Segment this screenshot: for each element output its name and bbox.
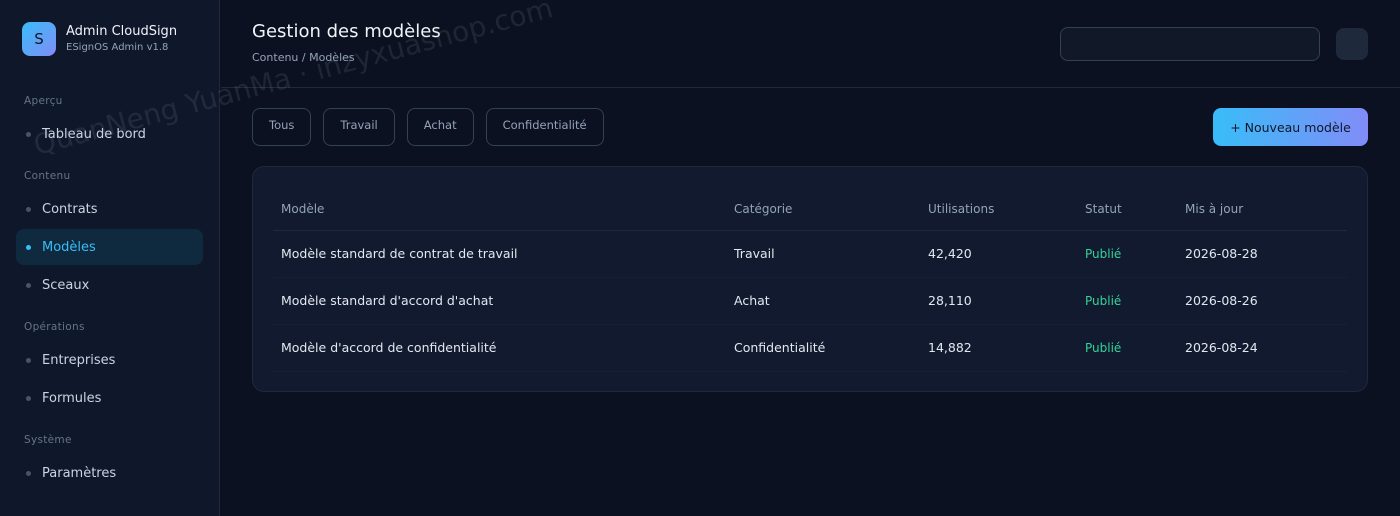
cell-template-name: Modèle d'accord de confidentialité [273,324,726,372]
cell-template-name: Modèle standard d'accord d'achat [273,277,726,325]
bullet-icon [26,470,31,476]
table-row[interactable]: Modèle standard d'accord d'achat Achat 2… [273,277,1347,325]
new-template-button[interactable]: + Nouveau modèle [1213,108,1368,146]
nav-section-contenu: Contenu [24,170,71,182]
search-input[interactable] [1061,28,1319,60]
brand-title: Admin CloudSign [66,24,178,39]
sidebar-item-label: Modèles [42,239,96,255]
filter-confidentialite[interactable]: Confidentialité [485,108,604,146]
user-menu-button[interactable] [1336,28,1368,60]
bullet-icon [26,395,31,401]
status-badge: Publié [1077,230,1177,278]
filter-tous[interactable]: Tous [252,108,312,146]
column-header-mis-a-jour[interactable]: Mis à jour [1177,189,1347,231]
brand-text: Admin CloudSign ESignOS Admin v1.8 [66,23,177,55]
cell-updated-date: 2026-08-24 [1177,324,1347,372]
breadcrumb: Contenu / Modèles [252,51,355,64]
bullet-icon [26,357,31,363]
sidebar-item-label: Contrats [42,201,98,217]
cell-updated-date: 2026-08-26 [1177,277,1347,325]
sidebar-item-label: Formules [42,390,102,406]
bullet-icon [26,206,31,212]
sidebar-item-parametres[interactable]: Paramètres [16,455,203,491]
sidebar-item-label: Tableau de bord [42,126,146,142]
brand-subtitle: ESignOS Admin v1.8 [66,42,169,53]
cell-category: Travail [726,230,920,278]
topbar: Gestion des modèles Contenu / Modèles [221,0,1400,88]
table-row[interactable]: Modèle standard de contrat de travail Tr… [273,230,1347,278]
filter-travail[interactable]: Travail [323,108,395,146]
column-header-modele[interactable]: Modèle [273,189,726,231]
table-row[interactable]: Modèle d'accord de confidentialité Confi… [273,324,1347,372]
sidebar: S Admin CloudSign ESignOS Admin v1.8 Ape… [0,0,220,516]
cell-template-name: Modèle standard de contrat de travail [273,230,726,278]
sidebar-item-entreprises[interactable]: Entreprises [16,342,203,378]
page-title: Gestion des modèles [252,21,441,42]
sidebar-item-modeles[interactable]: Modèles [16,229,203,265]
category-filters: Tous Travail Achat Confidentialité [252,108,616,146]
bullet-icon [26,244,31,250]
brand: S Admin CloudSign ESignOS Admin v1.8 [22,22,177,56]
search-box[interactable] [1060,27,1320,61]
column-header-statut[interactable]: Statut [1077,189,1177,231]
templates-table: Modèle Catégorie Utilisations Statut Mis… [273,189,1347,372]
sidebar-item-formules[interactable]: Formules [16,380,203,416]
table-header-row: Modèle Catégorie Utilisations Statut Mis… [273,189,1347,231]
bullet-icon [26,282,31,288]
cell-usage-count: 14,882 [920,324,1077,372]
sidebar-item-label: Sceaux [42,277,90,293]
status-badge: Publié [1077,277,1177,325]
sidebar-item-tableau-de-bord[interactable]: Tableau de bord [16,116,203,152]
sidebar-item-label: Paramètres [42,465,117,481]
column-header-utilisations[interactable]: Utilisations [920,189,1077,231]
sidebar-item-label: Entreprises [42,352,116,368]
cell-updated-date: 2026-08-28 [1177,230,1347,278]
sidebar-item-sceaux[interactable]: Sceaux [16,267,203,303]
cell-usage-count: 42,420 [920,230,1077,278]
bullet-icon [26,131,31,137]
cell-usage-count: 28,110 [920,277,1077,325]
status-badge: Publié [1077,324,1177,372]
templates-card: Modèle Catégorie Utilisations Statut Mis… [252,166,1368,392]
cell-category: Achat [726,277,920,325]
column-header-categorie[interactable]: Catégorie [726,189,920,231]
nav-section-apercu: Aperçu [24,95,63,107]
brand-logo-icon: S [22,22,56,56]
cell-category: Confidentialité [726,324,920,372]
nav-section-operations: Opérations [24,321,85,333]
nav-section-systeme: Système [24,434,72,446]
sidebar-item-contrats[interactable]: Contrats [16,191,203,227]
main-content: Gestion des modèles Contenu / Modèles To… [221,0,1400,516]
filter-achat[interactable]: Achat [406,108,474,146]
